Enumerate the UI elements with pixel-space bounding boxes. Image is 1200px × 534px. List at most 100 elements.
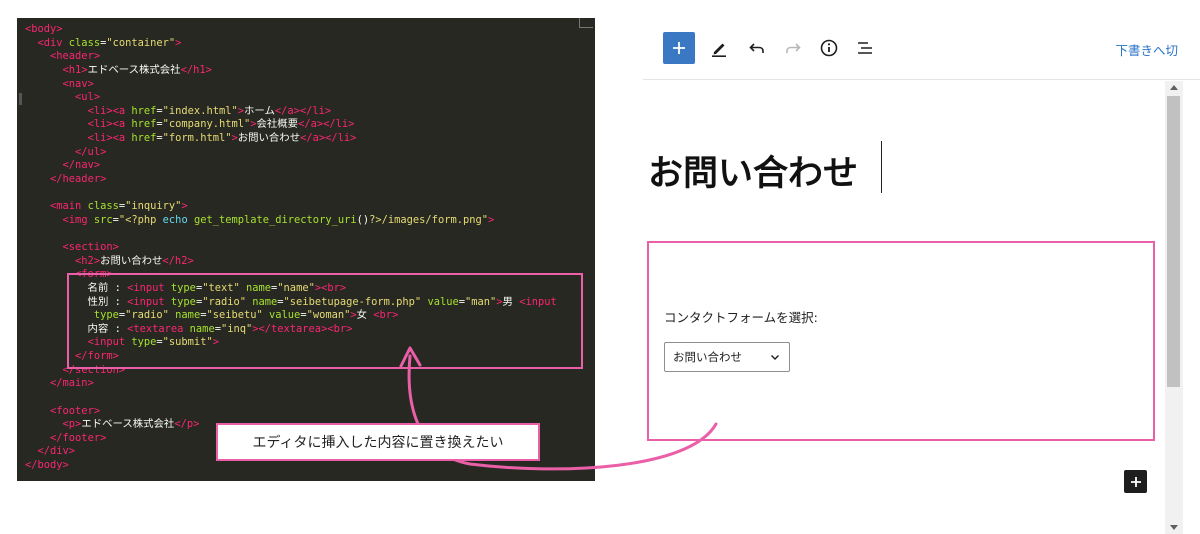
code-token: href: [131, 118, 157, 131]
contact-form-select-value: お問い合わせ: [673, 350, 742, 364]
code-token: エドベース株式会社: [81, 418, 175, 431]
code-line: <section>: [17, 241, 595, 255]
code-line: <footer>: [17, 405, 595, 419]
code-line: </nav>: [17, 159, 595, 173]
code-line: <h1>エドベース株式会社</h1>: [17, 64, 595, 78]
code-token: </h2>: [162, 254, 194, 267]
code-token: "form.html": [162, 132, 232, 144]
code-token: href: [131, 132, 157, 144]
code-token: </p>: [174, 418, 200, 431]
scrollbar-thumb[interactable]: [1167, 96, 1180, 387]
block-appender-button[interactable]: [1124, 470, 1147, 493]
code-line: </header>: [17, 173, 595, 187]
contact-form-select[interactable]: お問い合わせ: [664, 342, 790, 372]
code-token: </body>: [25, 459, 69, 471]
code-line: </ul>: [17, 146, 595, 160]
code-token: "container": [106, 36, 176, 49]
redo-button[interactable]: [777, 32, 809, 64]
code-token: </main>: [50, 377, 94, 390]
switch-to-draft-link[interactable]: 下書きへ切: [1115, 40, 1178, 59]
code-line: <li><a href="index.html">ホーム</a></li>: [17, 105, 595, 119]
code-token: <nav>: [62, 77, 94, 90]
code-line: </main>: [17, 377, 595, 391]
code-token: href: [131, 104, 157, 117]
plus-icon: [673, 42, 685, 54]
post-title[interactable]: お問い合わせ: [648, 145, 858, 196]
code-token: </h1>: [180, 63, 212, 76]
code-token: <p>: [62, 418, 82, 431]
plus-icon: [1130, 476, 1141, 487]
redo-icon: [786, 43, 801, 53]
code-token: </nav>: [62, 159, 101, 172]
code-token: お問い合わせ: [100, 254, 163, 267]
list-view-button[interactable]: [849, 32, 881, 64]
code-line: <ul>: [17, 91, 595, 105]
code-token: (): [356, 213, 370, 226]
code-token: <li><a: [87, 132, 132, 144]
code-token: class: [87, 200, 119, 213]
code-token: <h2>: [75, 254, 101, 267]
code-lines: <body> <div class="container"> <header> …: [17, 23, 595, 473]
code-line: </body>: [17, 459, 595, 473]
code-token: エドベース株式会社: [87, 63, 181, 76]
code-editor-panel[interactable]: <body> <div class="container"> <header> …: [17, 18, 595, 481]
code-token: >: [181, 200, 188, 213]
scroll-up-arrow-icon[interactable]: [1170, 85, 1178, 90]
code-line: <li><a href="form.html">お問い合わせ</a></li>: [17, 132, 595, 146]
contact-form-block[interactable]: コンタクトフォームを選択: お問い合わせ: [647, 241, 1155, 441]
code-token: <header>: [50, 50, 101, 63]
code-token: ?>/images/form.png": [369, 213, 488, 226]
details-button[interactable]: [813, 32, 845, 64]
code-line: <li><a href="company.html">会社概要</a></li>: [17, 118, 595, 132]
code-token: >: [487, 213, 495, 226]
code-token: </div>: [37, 445, 76, 458]
chevron-down-icon: [771, 355, 779, 360]
list-view-icon: [858, 42, 872, 54]
block-editor-panel: 下書きへ切 お問い合わせ コンタクトフォームを選択: お問い合わせ: [643, 18, 1200, 534]
callout-text: エディタに挿入した内容に置き換えたい: [252, 435, 504, 451]
add-block-button[interactable]: [663, 32, 695, 64]
code-token: get_template_directory_uri: [193, 213, 357, 226]
scrollbar[interactable]: [1165, 81, 1183, 534]
code-line: <div class="container">: [17, 37, 595, 51]
code-token: <li><a: [87, 118, 132, 131]
code-token: </ul>: [75, 145, 107, 158]
code-line: <nav>: [17, 78, 595, 92]
code-token: <h1>: [62, 63, 88, 76]
code-token: <section>: [62, 241, 119, 253]
code-token: </footer>: [50, 431, 107, 444]
code-line: <body>: [17, 23, 595, 37]
code-token: <ul>: [75, 91, 101, 104]
code-token: 会社概要: [256, 118, 299, 131]
code-highlight-frame: [67, 273, 583, 369]
code-token: </a></li>: [300, 132, 357, 144]
contact-form-select-label: コンタクトフォームを選択:: [664, 310, 818, 325]
undo-button[interactable]: [741, 32, 773, 64]
undo-icon: [749, 43, 764, 53]
info-icon: [820, 39, 838, 57]
code-token: </header>: [50, 172, 107, 185]
code-token: "index.html": [162, 104, 238, 117]
editor-canvas[interactable]: お問い合わせ コンタクトフォームを選択: お問い合わせ: [643, 81, 1165, 534]
scroll-down-arrow-icon[interactable]: [1170, 525, 1178, 530]
tools-button[interactable]: [703, 32, 735, 64]
code-token: class: [68, 36, 101, 49]
code-token: <div: [37, 36, 69, 49]
text-caret: [881, 141, 882, 193]
